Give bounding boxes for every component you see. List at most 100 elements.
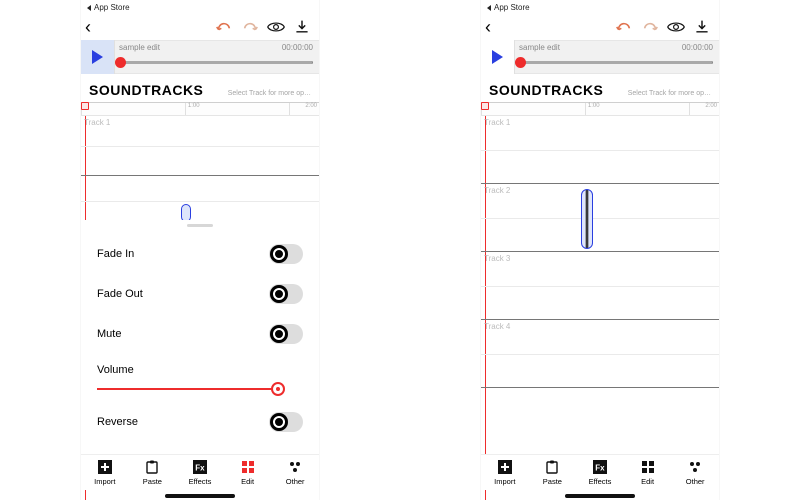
tab-paste[interactable]: Paste [129, 455, 177, 490]
section-hint: Select Track for more op… [628, 90, 711, 97]
track-1[interactable]: Track 1 [81, 116, 319, 176]
section-title: SOUNDTRACKS [489, 82, 603, 98]
reverse-label: Reverse [97, 416, 269, 428]
download-icon [694, 19, 710, 35]
transport-track[interactable]: sample edit 00:00:00 [115, 41, 319, 73]
play-icon [492, 50, 503, 64]
reverse-toggle[interactable] [269, 412, 303, 432]
transport-track[interactable]: sample edit 00:00:00 [515, 41, 719, 73]
track-label: Track 2 [484, 186, 510, 195]
back-button[interactable]: ‹ [485, 18, 509, 36]
time-ruler[interactable]: 1:00 2:00 [81, 102, 319, 116]
top-toolbar: ‹ [81, 14, 319, 40]
fade-out-row: Fade Out [81, 274, 319, 314]
undo-icon [216, 20, 232, 34]
plus-icon [497, 459, 513, 475]
fade-out-label: Fade Out [97, 288, 269, 300]
tab-label: Paste [543, 477, 562, 486]
tab-label: Other [686, 477, 705, 486]
mute-label: Mute [97, 328, 269, 340]
tab-edit[interactable]: Edit [224, 455, 272, 490]
project-title: sample edit [519, 43, 560, 52]
tab-label: Other [286, 477, 305, 486]
time-ruler[interactable]: 1:00 2:00 [481, 102, 719, 116]
status-back-label: App Store [494, 3, 530, 12]
track-3[interactable]: Track 3 [481, 252, 719, 320]
transport-progress [515, 61, 713, 64]
tab-label: Edit [241, 477, 254, 486]
dots-icon [287, 459, 303, 475]
audio-clip[interactable] [581, 186, 593, 252]
undo-button[interactable] [611, 20, 637, 34]
download-button[interactable] [689, 19, 715, 35]
playhead-handle[interactable] [481, 102, 489, 110]
undo-button[interactable] [211, 20, 237, 34]
transport-knob[interactable] [515, 57, 526, 68]
eye-icon [667, 20, 685, 34]
section-header: SOUNDTRACKS Select Track for more op… [81, 74, 319, 102]
preview-button[interactable] [263, 20, 289, 34]
mute-toggle[interactable] [269, 324, 303, 344]
redo-button[interactable] [237, 20, 263, 34]
project-title: sample edit [119, 43, 160, 52]
transport-bar: sample edit 00:00:00 [81, 40, 319, 74]
top-toolbar: ‹ [481, 14, 719, 40]
status-bar[interactable]: App Store [81, 0, 319, 14]
sheet-drag-handle[interactable] [187, 224, 213, 227]
home-indicator[interactable] [565, 494, 635, 498]
volume-row: Volume [81, 354, 319, 402]
section-header: SOUNDTRACKS Select Track for more op… [481, 74, 719, 102]
tracks-area[interactable]: Track 1 Track 2 Track 3 Track 4 [481, 116, 719, 500]
tab-label: Import [94, 477, 115, 486]
redo-icon [642, 20, 658, 34]
volume-label: Volume [97, 364, 134, 376]
tab-import[interactable]: Import [81, 455, 129, 490]
screen-right: App Store ‹ sample edit 00:00:00 SOUNDTR… [480, 0, 720, 500]
status-bar[interactable]: App Store [481, 0, 719, 14]
screen-left: App Store ‹ sample edit 00:00:00 SOUNDTR… [80, 0, 320, 500]
tab-import[interactable]: Import [481, 455, 529, 490]
section-hint: Select Track for more op… [228, 90, 311, 97]
track-1[interactable]: Track 1 [481, 116, 719, 184]
transport-knob[interactable] [115, 57, 126, 68]
redo-icon [242, 20, 258, 34]
undo-icon [616, 20, 632, 34]
play-button[interactable] [481, 40, 515, 74]
tab-effects[interactable]: Fx Effects [576, 455, 624, 490]
clipboard-icon [544, 459, 560, 475]
fade-in-toggle[interactable] [269, 244, 303, 264]
volume-slider[interactable] [97, 382, 287, 396]
fade-out-toggle[interactable] [269, 284, 303, 304]
play-button[interactable] [81, 40, 115, 74]
tab-label: Edit [641, 477, 654, 486]
redo-button[interactable] [637, 20, 663, 34]
home-indicator[interactable] [165, 494, 235, 498]
tab-effects[interactable]: Fx Effects [176, 455, 224, 490]
tab-edit[interactable]: Edit [624, 455, 672, 490]
reverse-row: Reverse [81, 402, 319, 442]
volume-knob[interactable] [271, 382, 285, 396]
edit-sheet: Fade In Fade Out Mute Volume Reverse [81, 220, 319, 454]
playhead-handle[interactable] [81, 102, 89, 110]
preview-button[interactable] [663, 20, 689, 34]
svg-text:Fx: Fx [195, 464, 205, 473]
bottom-tabbar: Import Paste Fx Effects Edit Other [81, 454, 319, 490]
transport-progress [115, 61, 313, 64]
transport-time: 00:00:00 [282, 43, 313, 52]
edit-grid-icon [240, 459, 256, 475]
track-2[interactable]: Track 2 [481, 184, 719, 252]
fx-icon: Fx [592, 459, 608, 475]
download-button[interactable] [289, 19, 315, 35]
tab-label: Effects [589, 477, 612, 486]
back-button[interactable]: ‹ [85, 18, 109, 36]
edit-grid-icon [640, 459, 656, 475]
tab-label: Import [494, 477, 515, 486]
track-4[interactable]: Track 4 [481, 320, 719, 388]
fx-icon: Fx [192, 459, 208, 475]
bottom-tabbar: Import Paste Fx Effects Edit Other [481, 454, 719, 490]
track-2[interactable] [81, 176, 319, 226]
tab-other[interactable]: Other [671, 455, 719, 490]
tab-paste[interactable]: Paste [529, 455, 577, 490]
play-icon [92, 50, 103, 64]
tab-other[interactable]: Other [271, 455, 319, 490]
